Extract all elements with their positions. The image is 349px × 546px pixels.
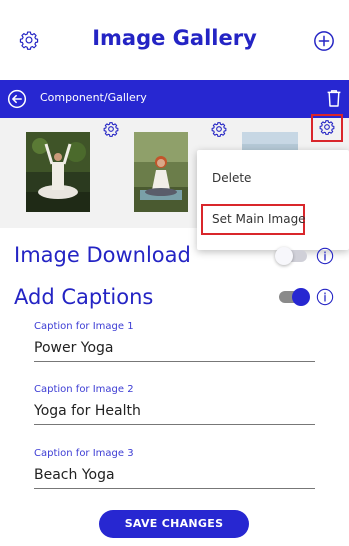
set-main-image-menu-item[interactable]: Set Main Image — [212, 212, 306, 226]
caption-field-1: Caption for Image 1 Power Yoga — [34, 321, 315, 362]
page-title: Image Gallery — [92, 26, 257, 50]
image-2-settings-icon[interactable] — [211, 121, 227, 137]
caption-input[interactable]: Beach Yoga — [34, 467, 315, 489]
caption-field-3: Caption for Image 3 Beach Yoga — [34, 448, 315, 489]
caption-field-label: Caption for Image 2 — [34, 384, 134, 395]
breadcrumb: Component/Gallery — [40, 91, 147, 104]
app-header: Image Gallery — [0, 0, 349, 80]
image-download-toggle-knob — [275, 247, 293, 265]
back-arrow-icon[interactable] — [7, 89, 27, 109]
add-captions-info-icon[interactable] — [316, 288, 334, 306]
save-changes-button[interactable]: SAVE CHANGES — [99, 510, 249, 538]
add-captions-toggle-knob — [292, 288, 310, 306]
image-context-menu: Delete Set Main Image — [197, 150, 349, 250]
caption-input[interactable]: Yoga for Health — [34, 403, 315, 425]
delete-menu-item[interactable]: Delete — [197, 171, 349, 185]
image-3-settings-icon[interactable] — [319, 119, 335, 135]
add-captions-label: Add Captions — [14, 285, 154, 309]
image-download-info-icon[interactable] — [316, 247, 334, 265]
gallery-image-1[interactable] — [26, 132, 90, 212]
image-1-settings-icon[interactable] — [103, 121, 119, 137]
image-download-label: Image Download — [14, 243, 191, 267]
gallery-image-3[interactable] — [242, 132, 298, 152]
component-toolbar: Component/Gallery — [0, 80, 349, 118]
gallery-image-2[interactable] — [134, 132, 188, 212]
add-circle-icon[interactable] — [313, 30, 335, 52]
trash-icon[interactable] — [326, 88, 342, 108]
caption-field-label: Caption for Image 1 — [34, 321, 134, 332]
caption-input[interactable]: Power Yoga — [34, 340, 315, 362]
caption-field-label: Caption for Image 3 — [34, 448, 134, 459]
caption-field-2: Caption for Image 2 Yoga for Health — [34, 384, 315, 425]
